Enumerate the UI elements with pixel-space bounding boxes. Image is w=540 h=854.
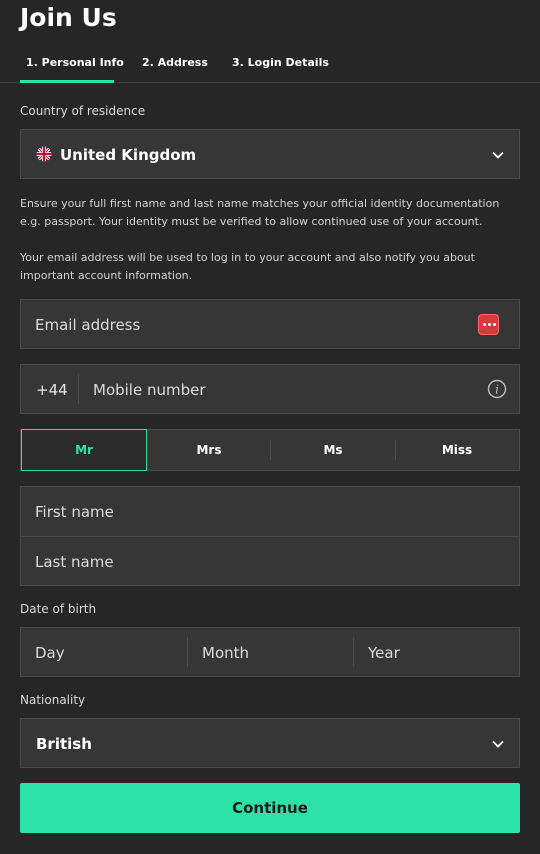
country-label: Country of residence [20, 104, 146, 118]
tab-login-details[interactable]: 3. Login Details [232, 56, 329, 69]
mobile-box: +44 i [20, 364, 520, 414]
identity-notice: Ensure your full first name and last nam… [20, 197, 500, 228]
salutation-ms[interactable]: Ms [271, 430, 395, 470]
step-tabs: 1. Personal Info 2. Address 3. Login Det… [0, 48, 540, 83]
dob-box [20, 627, 520, 677]
nationality-select[interactable]: British [20, 718, 520, 768]
dob-month-input[interactable] [202, 642, 352, 664]
info-icon[interactable]: i [487, 379, 507, 399]
dob-day-input[interactable] [35, 642, 185, 664]
country-select[interactable]: United Kingdom [20, 129, 520, 179]
mobile-input[interactable] [93, 379, 473, 401]
email-box [20, 299, 520, 349]
dob-label: Date of birth [20, 602, 97, 616]
tab-personal-info[interactable]: 1. Personal Info [26, 56, 124, 69]
nationality-value: British [36, 735, 92, 753]
salutation-miss[interactable]: Miss [395, 430, 519, 470]
password-manager-icon[interactable] [478, 314, 499, 335]
active-tab-indicator [20, 80, 114, 83]
chevron-down-icon [492, 740, 504, 748]
salutation-mr[interactable]: Mr [21, 429, 147, 471]
dial-code[interactable]: +44 [36, 381, 68, 399]
uk-flag-icon [36, 146, 52, 162]
tab-address[interactable]: 2. Address [142, 56, 208, 69]
email-notice: Your email address will be used to log i… [20, 251, 475, 282]
salutation-mrs[interactable]: Mrs [147, 430, 271, 470]
name-divider [21, 536, 519, 537]
last-name-input[interactable] [35, 551, 495, 573]
page-title: Join Us [20, 3, 117, 32]
salutation-selector: Mr Mrs Ms Miss [20, 429, 520, 471]
dob-year-input[interactable] [368, 642, 508, 664]
svg-text:i: i [495, 383, 499, 397]
name-box [20, 486, 520, 586]
continue-button[interactable]: Continue [20, 783, 520, 833]
dob-divider [187, 637, 188, 667]
dob-divider [353, 637, 354, 667]
nationality-label: Nationality [20, 693, 86, 707]
mobile-divider [78, 374, 79, 404]
chevron-down-icon [492, 151, 504, 159]
first-name-input[interactable] [35, 501, 495, 523]
country-value: United Kingdom [60, 146, 197, 164]
email-input[interactable] [35, 314, 455, 336]
